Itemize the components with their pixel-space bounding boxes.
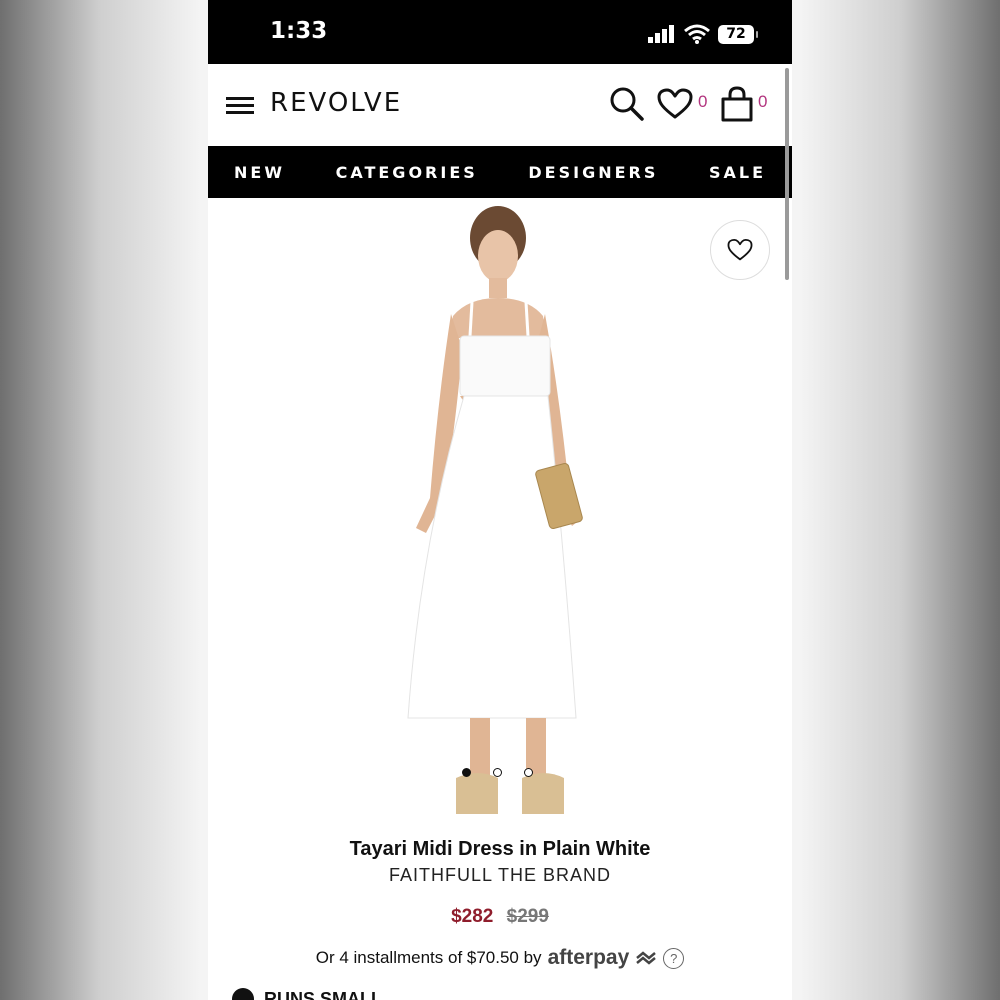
battery-icon: 72 <box>718 24 758 44</box>
wifi-icon <box>684 24 710 44</box>
nav-categories[interactable]: CATEGORIES <box>336 163 478 182</box>
installments-text: Or 4 installments of $70.50 by <box>315 948 542 967</box>
product-image-carousel[interactable] <box>208 198 792 830</box>
status-icons: 72 <box>648 20 758 48</box>
fit-note: RUNS SMALL <box>232 988 382 1000</box>
site-header: REVOLVE 0 0 <box>208 64 792 146</box>
revolve-logo[interactable]: REVOLVE <box>270 88 402 118</box>
category-nav: NEW CATEGORIES DESIGNERS SALE <box>208 146 792 198</box>
carousel-dot[interactable] <box>462 768 471 777</box>
carousel-dots <box>462 768 533 777</box>
wishlist-heart-icon <box>727 238 753 261</box>
status-bar: 1:33 72 <box>208 0 792 64</box>
page-scrollbar[interactable] <box>785 68 789 280</box>
nav-new[interactable]: NEW <box>234 163 285 182</box>
heart-icon[interactable] <box>657 88 693 120</box>
model-photo <box>407 206 583 814</box>
add-to-wishlist-button[interactable] <box>710 220 770 280</box>
original-price: $299 <box>506 906 549 927</box>
product-brand[interactable]: FAITHFULL THE BRAND <box>208 865 792 886</box>
product-title: Tayari Midi Dress in Plain White <box>349 838 651 860</box>
fit-note-label: RUNS SMALL <box>264 988 382 1000</box>
fit-icon <box>232 988 254 1000</box>
signal-icon <box>648 25 674 43</box>
status-time: 1:33 <box>270 18 328 44</box>
carousel-dot[interactable] <box>493 768 502 777</box>
afterpay-arrows-icon <box>636 951 657 965</box>
bag-count: 0 <box>758 92 768 111</box>
price-row: $282 $299 <box>208 906 792 928</box>
phone-screen: 1:33 72 REVOLVE 0 0 NEW CATEGORIES DESIG… <box>208 0 792 1000</box>
sale-price: $282 <box>451 906 494 927</box>
search-icon[interactable] <box>609 86 645 122</box>
question-icon[interactable]: ? <box>663 947 685 969</box>
carousel-dot[interactable] <box>524 768 533 777</box>
wishlist-count: 0 <box>698 92 708 111</box>
afterpay-logo: afterpay <box>547 946 630 969</box>
bag-icon[interactable] <box>720 86 754 122</box>
nav-designers[interactable]: DESIGNERS <box>528 163 658 182</box>
installments-row: Or 4 installments of $70.50 by afterpay … <box>208 946 792 970</box>
nav-sale[interactable]: SALE <box>709 163 766 182</box>
menu-icon[interactable] <box>226 97 254 115</box>
